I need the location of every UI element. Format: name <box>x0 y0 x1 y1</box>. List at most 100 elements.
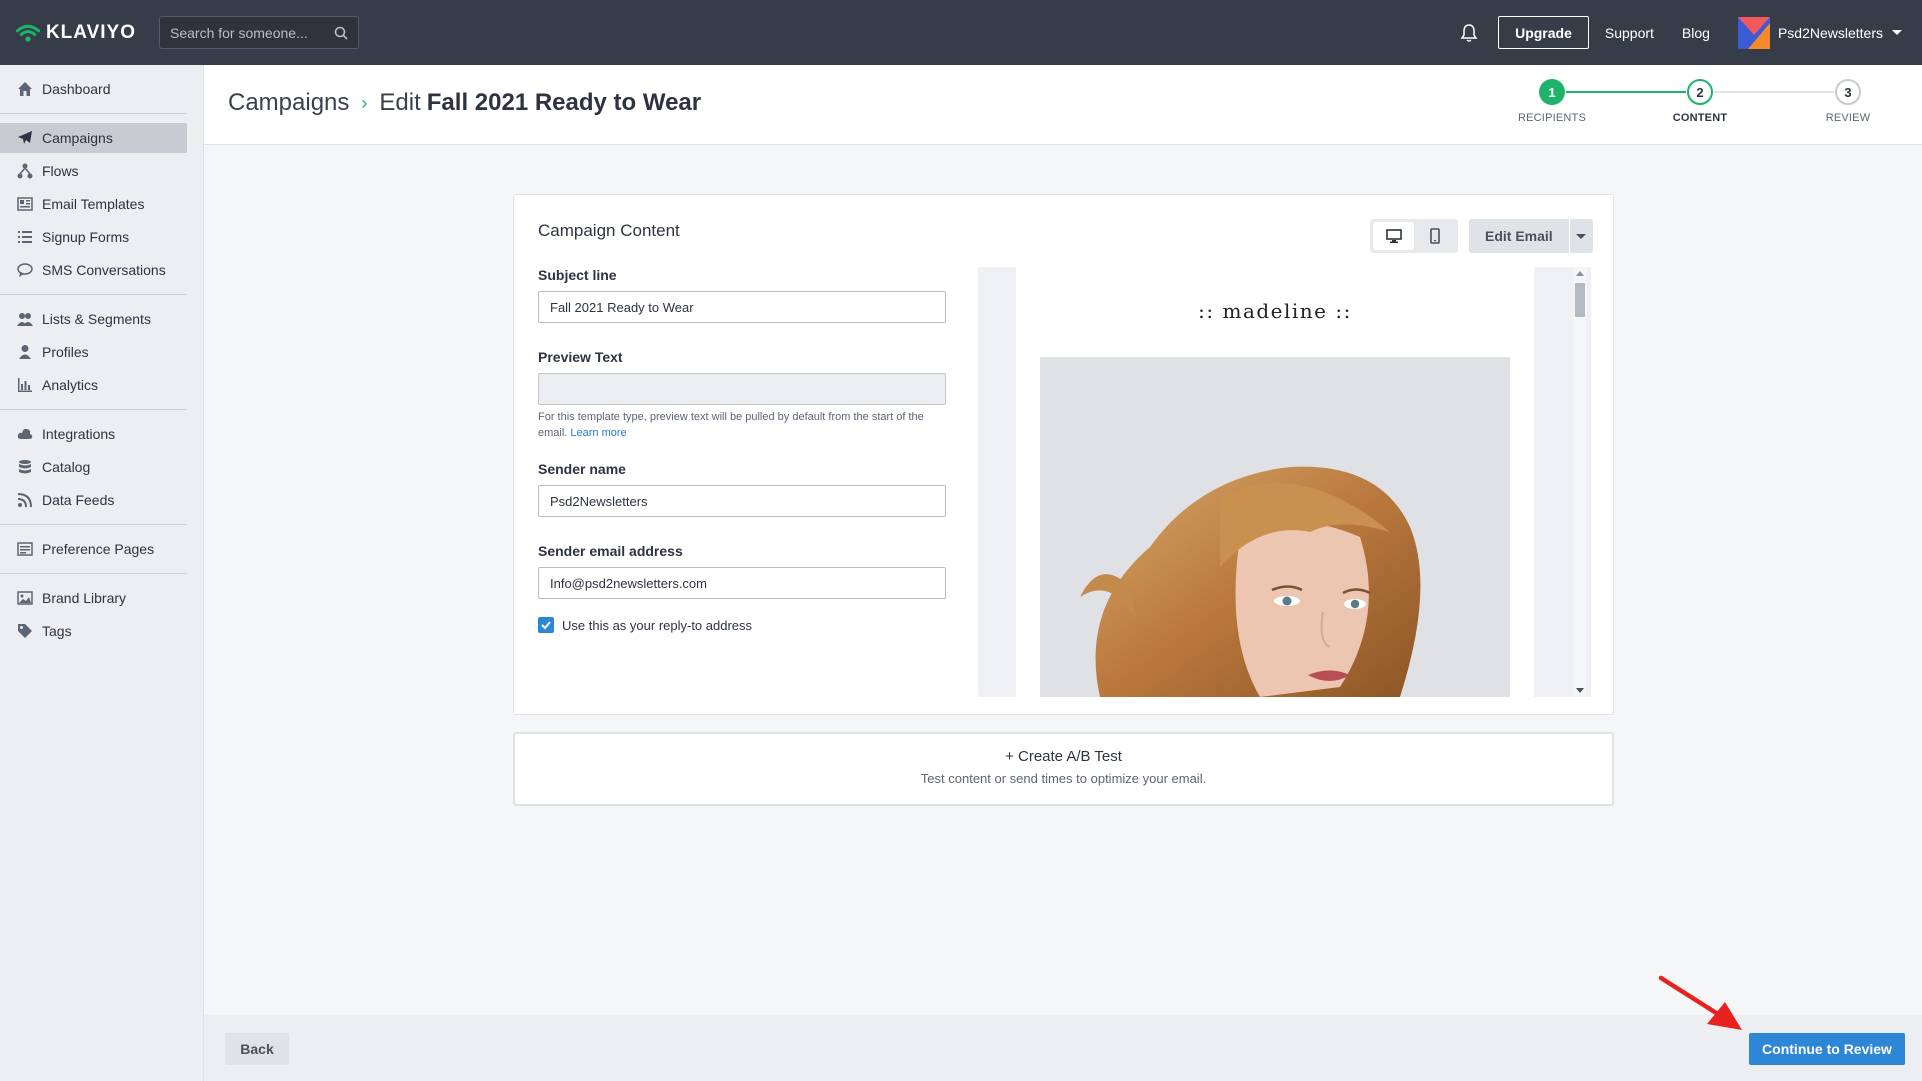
nav-group-preferences: Preference Pages <box>0 525 187 574</box>
preview-text-input[interactable] <box>538 373 946 405</box>
account-menu[interactable]: Psd2Newsletters <box>1737 16 1902 49</box>
sidebar-item-brand-library[interactable]: Brand Library <box>0 583 187 613</box>
sidebar-item-label: Analytics <box>42 377 99 393</box>
subject-line-field: Subject line <box>538 267 946 323</box>
sender-email-label: Sender email address <box>538 543 683 559</box>
step-recipients[interactable]: 1 RECIPIENTS <box>1502 79 1602 124</box>
card-title: Campaign Content <box>538 221 680 240</box>
step-label: RECIPIENTS <box>1517 112 1586 124</box>
scroll-thumb[interactable] <box>1575 283 1585 317</box>
upgrade-button[interactable]: Upgrade <box>1498 16 1589 49</box>
database-icon <box>16 459 34 475</box>
sidebar-item-preference-pages[interactable]: Preference Pages <box>0 534 187 564</box>
sidebar-item-label: Integrations <box>42 426 116 442</box>
sidebar-item-label: Profiles <box>42 344 89 360</box>
sender-email-input[interactable] <box>538 567 946 599</box>
sidebar-item-campaigns[interactable]: Campaigns <box>0 123 187 153</box>
sidebar-item-flows[interactable]: Flows <box>0 156 187 186</box>
back-button[interactable]: Back <box>225 1033 289 1065</box>
search-box[interactable] <box>159 16 359 49</box>
edit-email-dropdown-toggle[interactable] <box>1568 219 1593 253</box>
sidebar-item-analytics[interactable]: Analytics <box>0 370 187 400</box>
nav-group-assets: Brand Library Tags <box>0 574 187 655</box>
email-preview-body: :: madeline :: <box>1016 267 1534 697</box>
continue-to-review-button[interactable]: Continue to Review <box>1749 1033 1905 1065</box>
sidebar-item-email-templates[interactable]: Email Templates <box>0 189 187 219</box>
sidebar-item-data-feeds[interactable]: Data Feeds <box>0 485 187 515</box>
sidebar-item-label: Catalog <box>42 459 91 475</box>
subject-line-input[interactable] <box>538 291 946 323</box>
sender-name-label: Sender name <box>538 461 626 477</box>
breadcrumb-separator-icon: › <box>361 92 368 113</box>
campaign-details-form: Subject line Preview Text For this templ… <box>538 267 946 633</box>
page-title: Fall 2021 Ready to Wear <box>426 89 702 116</box>
chat-icon <box>16 262 34 278</box>
image-icon <box>16 590 34 606</box>
brand-name: KLAVIYO <box>45 21 136 43</box>
nav-group-audience: Lists & Segments Profiles Analytics <box>0 295 187 410</box>
reply-to-option: Use this as your reply-to address <box>538 617 946 633</box>
step-review[interactable]: 3 REVIEW <box>1798 79 1898 124</box>
sidebar-item-lists-segments[interactable]: Lists & Segments <box>0 304 187 334</box>
sidebar-item-dashboard[interactable]: Dashboard <box>0 74 187 104</box>
sidebar-item-label: SMS Conversations <box>42 262 166 278</box>
step-number: 2 <box>1687 79 1713 105</box>
sidebar-item-label: Flows <box>42 163 79 179</box>
sidebar-item-label: Email Templates <box>42 196 145 212</box>
desktop-view-button[interactable] <box>1373 222 1414 250</box>
step-number: 1 <box>1539 79 1565 105</box>
preference-icon <box>16 541 34 557</box>
desktop-icon <box>1385 229 1402 243</box>
nav-group-messaging: Campaigns Flows Email Templates Signup F… <box>0 114 187 295</box>
reply-to-label[interactable]: Use this as your reply-to address <box>562 618 752 633</box>
edit-email-button[interactable]: Edit Email <box>1469 219 1569 253</box>
tag-icon <box>16 623 34 639</box>
portrait-photo-illustration <box>1040 357 1510 697</box>
email-brand-heading: :: madeline :: <box>1198 299 1352 323</box>
reply-to-checkbox[interactable] <box>538 617 554 633</box>
scroll-up-arrow-icon[interactable] <box>1576 271 1584 276</box>
sidebar-item-label: Data Feeds <box>42 492 115 508</box>
sidebar-item-catalog[interactable]: Catalog <box>0 452 187 482</box>
search-input[interactable] <box>170 24 334 41</box>
notification-bell-icon[interactable] <box>1458 22 1480 44</box>
step-label: REVIEW <box>1825 112 1871 124</box>
preview-scrollbar[interactable] <box>1573 267 1587 697</box>
learn-more-link[interactable]: Learn more <box>570 427 626 439</box>
subject-line-label: Subject line <box>538 267 617 283</box>
chevron-down-icon <box>1892 30 1902 35</box>
annotation-arrow-icon <box>1658 975 1742 1030</box>
support-link[interactable]: Support <box>1605 25 1654 41</box>
sidebar-item-label: Lists & Segments <box>42 311 151 327</box>
scroll-down-arrow-icon[interactable] <box>1576 688 1584 693</box>
mobile-view-button[interactable] <box>1414 222 1455 250</box>
account-name: Psd2Newsletters <box>1777 24 1883 41</box>
step-content[interactable]: 2 CONTENT <box>1650 79 1750 124</box>
flow-icon <box>16 163 34 179</box>
sidebar: Dashboard Campaigns Flows Email Template… <box>0 65 204 1081</box>
sidebar-item-integrations[interactable]: Integrations <box>0 419 187 449</box>
users-icon <box>16 311 34 327</box>
preview-text-field: Preview Text For this template type, pre… <box>538 349 946 441</box>
sidebar-item-tags[interactable]: Tags <box>0 616 187 646</box>
sidebar-item-label: Campaigns <box>42 130 113 146</box>
caret-down-icon <box>1576 233 1587 239</box>
checkmark-icon <box>541 621 551 630</box>
edit-email-split-button: Edit Email <box>1469 219 1593 253</box>
breadcrumb-campaigns-link[interactable]: Campaigns <box>228 89 349 117</box>
klaviyo-logo[interactable]: KLAVIYO <box>16 20 136 46</box>
blog-link[interactable]: Blog <box>1682 25 1710 41</box>
list-icon <box>16 229 34 245</box>
sidebar-item-signup-forms[interactable]: Signup Forms <box>0 222 187 252</box>
sidebar-item-sms-conversations[interactable]: SMS Conversations <box>0 255 187 285</box>
account-avatar <box>1737 16 1770 49</box>
paper-plane-icon <box>16 130 34 146</box>
search-icon[interactable] <box>334 26 348 40</box>
sender-name-input[interactable] <box>538 485 946 517</box>
sidebar-item-profiles[interactable]: Profiles <box>0 337 187 367</box>
template-icon <box>16 196 34 212</box>
campaign-progress-steps: 1 RECIPIENTS 2 CONTENT 3 REVIEW <box>1502 79 1922 135</box>
bar-chart-icon <box>16 377 34 393</box>
create-ab-test-button[interactable]: + Create A/B Test Test content or send t… <box>513 732 1614 806</box>
sidebar-item-label: Tags <box>42 623 72 639</box>
